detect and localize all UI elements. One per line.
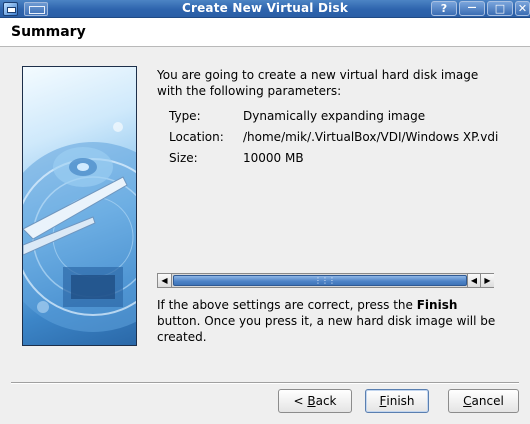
outro-line-2: button. Once you press it, a new hard di…	[157, 314, 496, 328]
cancel-button[interactable]: Cancel	[448, 389, 519, 413]
page-title: Summary	[11, 24, 86, 40]
scroll-right-arrow-icon[interactable]: ▶	[480, 274, 494, 287]
button-separator	[11, 382, 519, 384]
intro-line-2: with the following parameters:	[157, 84, 342, 98]
param-label-location: Location:	[169, 130, 224, 144]
help-button[interactable]: ?	[431, 1, 457, 16]
back-button[interactable]: < Back	[278, 389, 352, 413]
intro-line-1: You are going to create a new virtual ha…	[157, 68, 479, 82]
back-button-mnemonic: B	[307, 394, 316, 408]
horizontal-scrollbar[interactable]: ◀ ⋮⋮⋮ ◀ ▶	[157, 273, 494, 288]
outro-text: If the above settings are correct, press…	[157, 297, 517, 345]
param-label-type: Type:	[169, 109, 201, 123]
outro-line-3: created.	[157, 330, 207, 344]
title-bar[interactable]: Create New Virtual Disk ? — □ ✕	[0, 0, 530, 18]
outro-line-1: If the above settings are correct, press…	[157, 297, 517, 313]
close-button[interactable]: ✕	[515, 1, 530, 16]
scrollbar-grip-icon: ⋮⋮⋮	[314, 276, 336, 285]
minimize-button[interactable]: —	[459, 1, 485, 16]
finish-button-label: inish	[386, 394, 415, 408]
param-value-type: Dynamically expanding image	[243, 109, 426, 123]
finish-button[interactable]: Finish	[365, 389, 429, 413]
param-label-size: Size:	[169, 151, 198, 165]
param-value-size: 10000 MB	[243, 151, 304, 165]
cancel-button-label: ancel	[471, 394, 504, 408]
back-button-label: ack	[315, 394, 337, 408]
cancel-button-mnemonic: C	[463, 394, 472, 408]
scroll-left-arrow-icon[interactable]: ◀	[158, 274, 172, 287]
finish-button-mnemonic: F	[379, 394, 387, 408]
intro-text: You are going to create a new virtual ha…	[157, 67, 517, 99]
scroll-left-arrow-icon-2[interactable]: ◀	[467, 274, 481, 287]
outro-finish-emphasis: Finish	[416, 298, 458, 312]
back-button-prefix: <	[293, 394, 308, 408]
outro-prefix: If the above settings are correct, press…	[157, 298, 417, 312]
scrollbar-thumb[interactable]: ⋮⋮⋮	[173, 275, 467, 286]
hard-disk-illustration	[22, 66, 137, 346]
wizard-header: Summary	[0, 18, 530, 47]
param-value-location: /home/mik/.VirtualBox/VDI/Windows XP.vdi	[243, 130, 499, 144]
maximize-button[interactable]: □	[487, 1, 513, 16]
